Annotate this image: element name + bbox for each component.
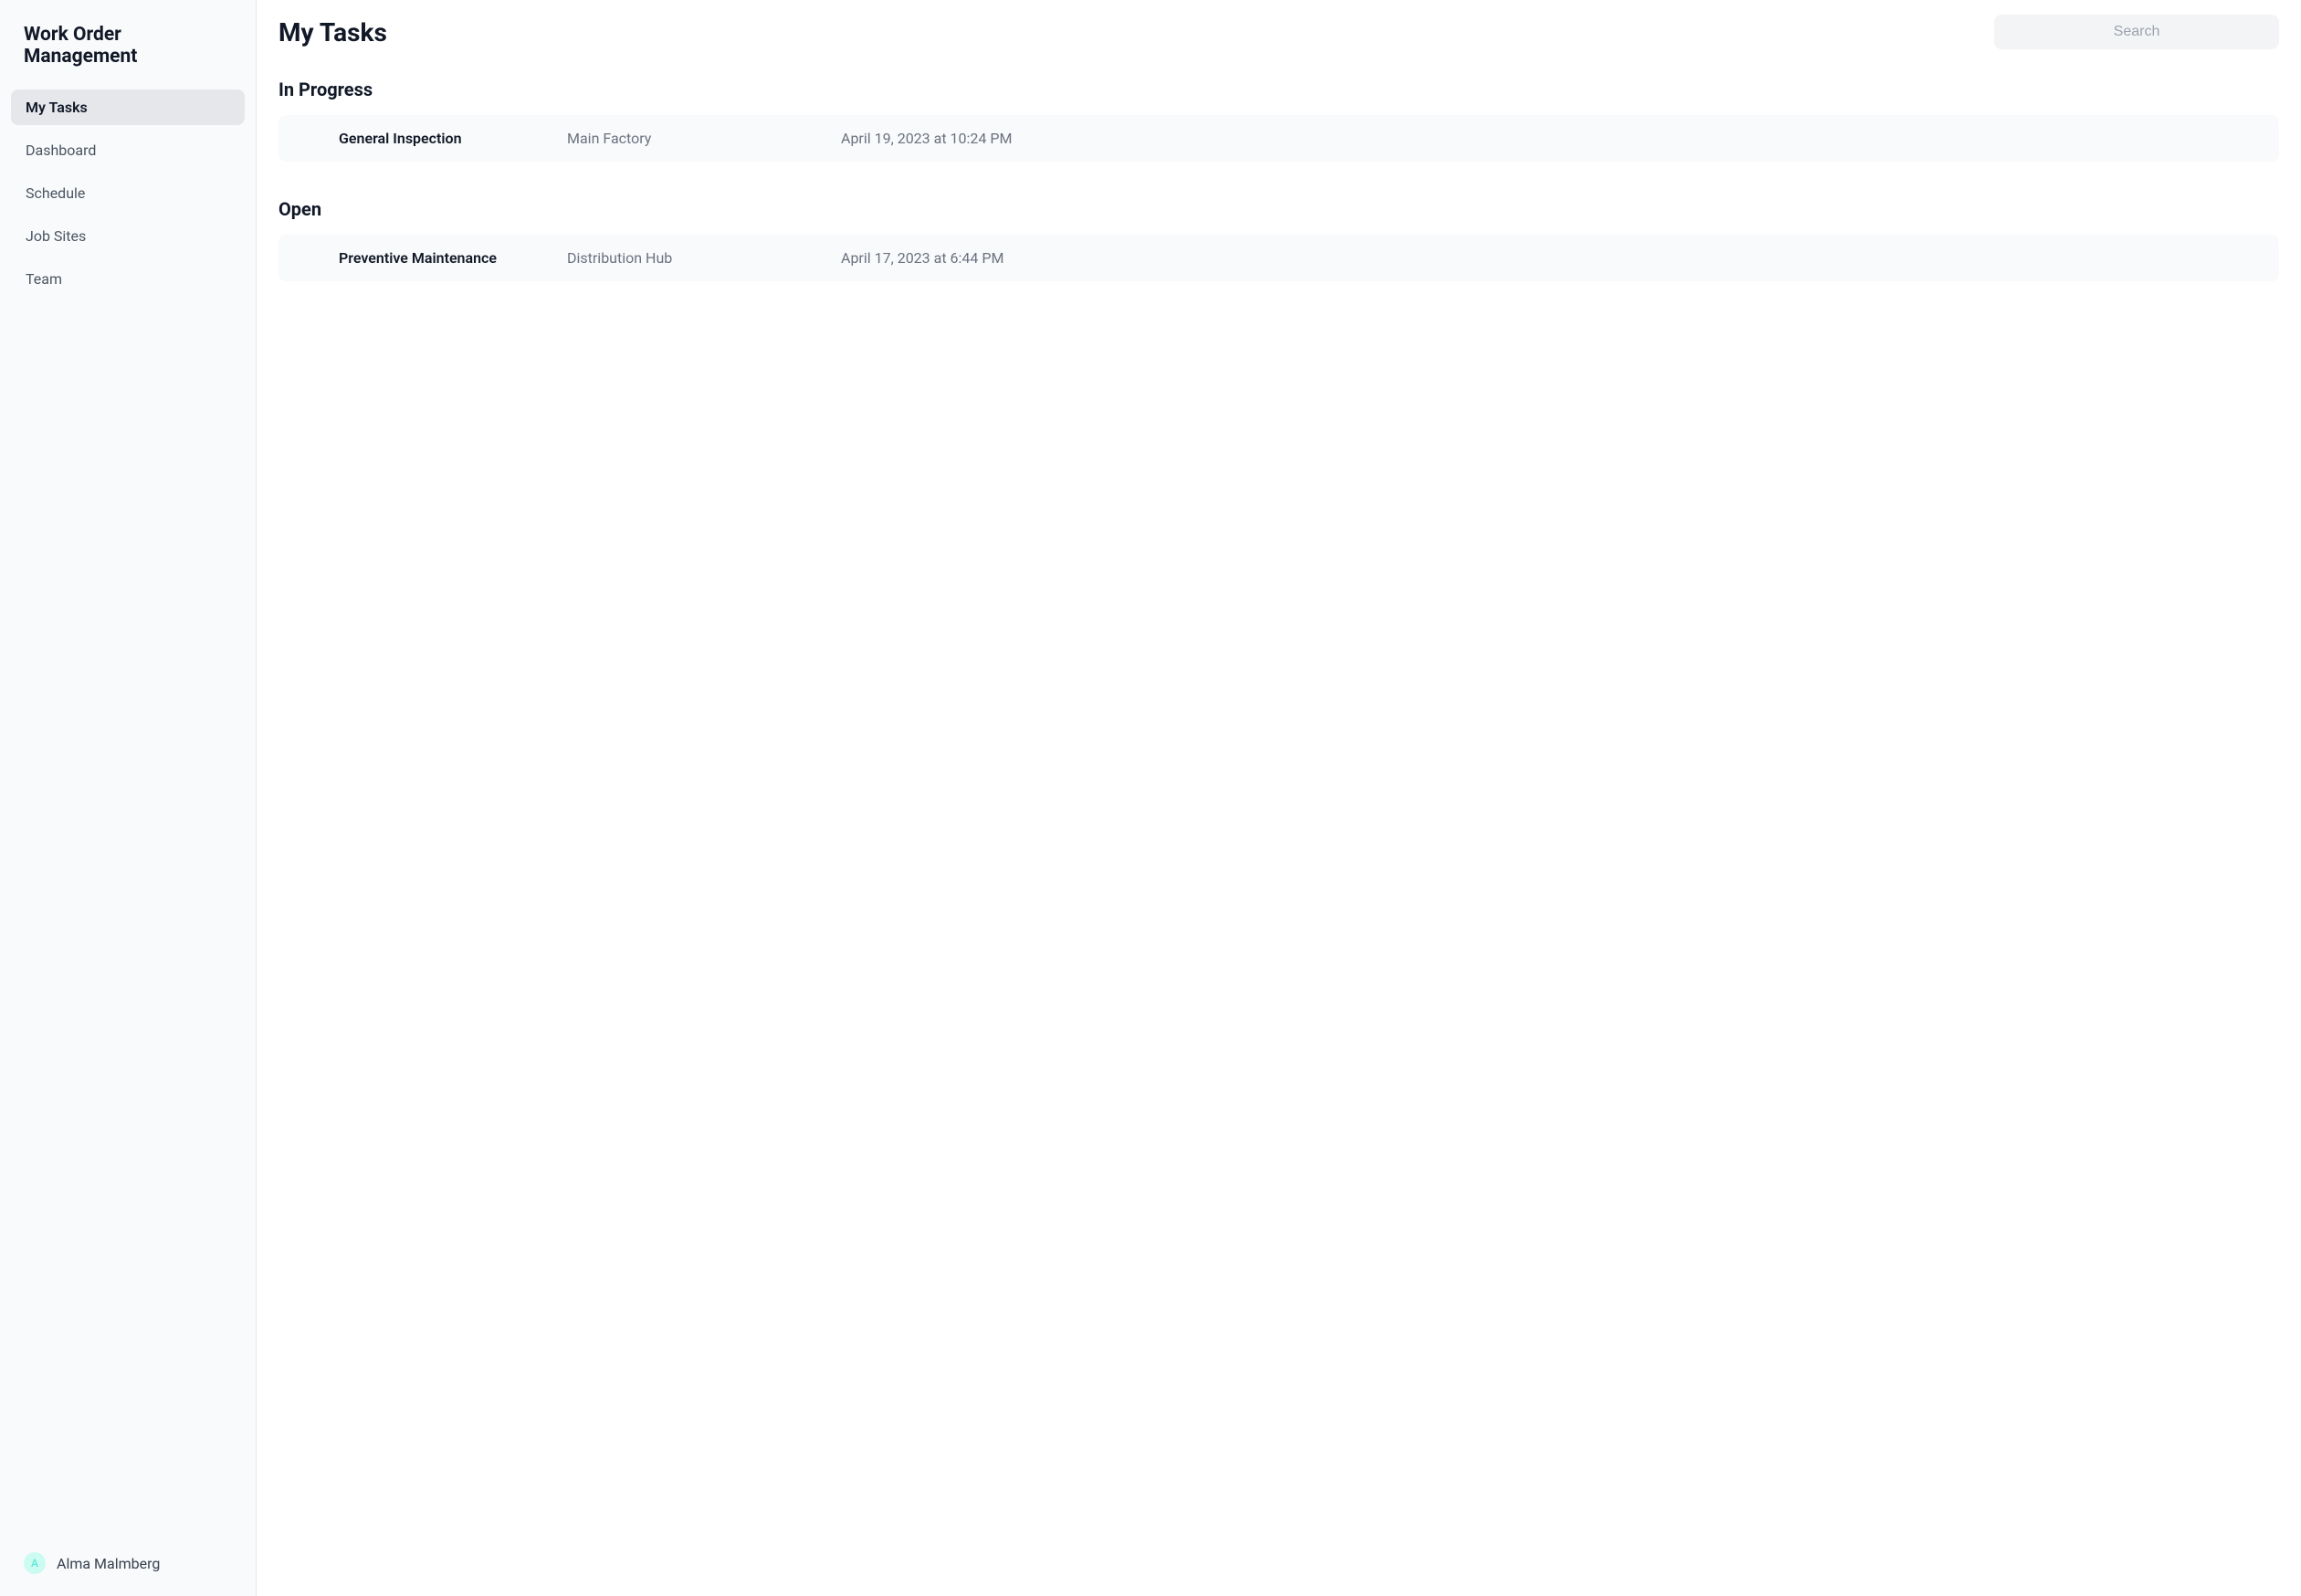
sidebar-item-dashboard[interactable]: Dashboard: [11, 132, 245, 168]
task-row[interactable]: General Inspection Main Factory April 19…: [278, 115, 2279, 162]
user-name: Alma Malmberg: [57, 1555, 160, 1572]
sidebar-item-team[interactable]: Team: [11, 261, 245, 297]
main-header: My Tasks: [278, 15, 2279, 49]
main-content: My Tasks In Progress General Inspection …: [257, 0, 2301, 1596]
sidebar-item-my-tasks[interactable]: My Tasks: [11, 89, 245, 125]
task-name: Preventive Maintenance: [339, 249, 567, 267]
section-title: In Progress: [278, 79, 2279, 100]
app-title: Work Order Management: [11, 11, 245, 89]
sidebar-user[interactable]: A Alma Malmberg: [11, 1541, 245, 1585]
sidebar-item-schedule[interactable]: Schedule: [11, 175, 245, 211]
sidebar: Work Order Management My Tasks Dashboard…: [0, 0, 257, 1596]
task-location: Distribution Hub: [567, 249, 841, 267]
search-input[interactable]: [1994, 15, 2279, 49]
task-row[interactable]: Preventive Maintenance Distribution Hub …: [278, 235, 2279, 281]
sidebar-item-job-sites[interactable]: Job Sites: [11, 218, 245, 254]
task-name: General Inspection: [339, 130, 567, 147]
page-title: My Tasks: [278, 17, 387, 47]
task-datetime: April 19, 2023 at 10:24 PM: [841, 130, 2257, 147]
section-title: Open: [278, 198, 2279, 220]
task-datetime: April 17, 2023 at 6:44 PM: [841, 249, 2257, 267]
task-location: Main Factory: [567, 130, 841, 147]
avatar: A: [24, 1552, 46, 1574]
sidebar-nav: My Tasks Dashboard Schedule Job Sites Te…: [11, 89, 245, 1541]
section-open: Open Preventive Maintenance Distribution…: [278, 198, 2279, 281]
section-in-progress: In Progress General Inspection Main Fact…: [278, 79, 2279, 162]
